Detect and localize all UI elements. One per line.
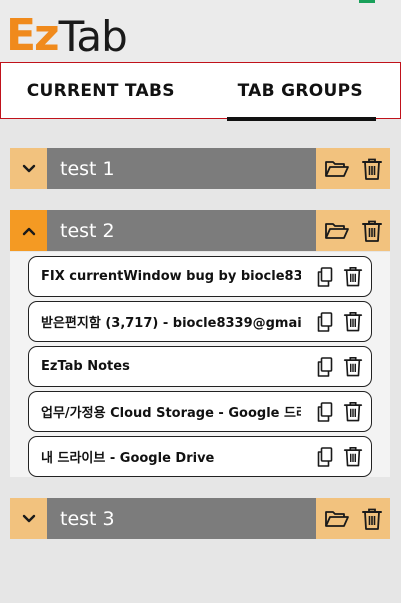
tab-current-tabs[interactable]: CURRENT TABS	[1, 63, 201, 118]
trash-icon	[343, 447, 363, 467]
group-tab-list: FIX currentWindow bug by biocle8339 · F …	[10, 252, 390, 477]
trash-icon	[361, 508, 382, 530]
group-title-text: test 1	[60, 157, 115, 180]
group-title-text: test 3	[60, 507, 115, 530]
expand-group-button[interactable]	[10, 498, 47, 539]
copy-tab-button[interactable]	[317, 446, 333, 467]
copy-tab-button[interactable]	[317, 401, 333, 422]
copy-icon	[317, 401, 333, 422]
trash-icon	[343, 402, 363, 422]
tab-current-tabs-label: CURRENT TABS	[26, 80, 175, 101]
tab-item-actions	[317, 400, 363, 423]
group-title[interactable]: test 1	[47, 148, 316, 189]
tab-group: test 3	[10, 498, 390, 539]
tab-item-title: EzTab Notes	[41, 359, 130, 374]
trash-icon	[343, 357, 363, 377]
tab-tab-groups-label: TAB GROUPS	[237, 80, 363, 101]
delete-group-button[interactable]	[361, 157, 383, 181]
tab-item-actions	[317, 265, 363, 288]
logo-ez-text: Ez	[6, 10, 60, 61]
folder-open-icon	[324, 510, 349, 527]
delete-tab-button[interactable]	[343, 355, 363, 378]
window-edge-strip	[359, 0, 375, 3]
delete-tab-button[interactable]	[343, 445, 363, 468]
folder-open-icon	[324, 160, 349, 177]
copy-tab-button[interactable]	[317, 266, 333, 287]
group-title[interactable]: test 3	[47, 498, 316, 539]
list-item[interactable]: 내 드라이브 - Google Drive	[28, 436, 372, 477]
group-actions	[316, 498, 390, 539]
tab-tab-groups[interactable]: TAB GROUPS	[201, 63, 401, 121]
group-title-text: test 2	[60, 219, 115, 242]
trash-icon	[361, 220, 382, 242]
app-header: Ez Tab	[0, 0, 401, 62]
tab-item-actions	[317, 355, 363, 378]
trash-icon	[343, 267, 363, 287]
list-item[interactable]: EzTab Notes	[28, 346, 372, 387]
delete-tab-button[interactable]	[343, 400, 363, 423]
chevron-down-icon	[22, 509, 36, 528]
delete-tab-button[interactable]	[343, 265, 363, 288]
copy-tab-button[interactable]	[317, 356, 333, 377]
group-actions	[316, 148, 390, 189]
group-actions	[316, 210, 390, 251]
open-group-button[interactable]	[324, 509, 350, 529]
list-item[interactable]: 받은편지함 (3,717) - biocle8339@gmail.co	[28, 301, 372, 342]
delete-group-button[interactable]	[361, 507, 383, 531]
tab-item-title: 받은편지함 (3,717) - biocle8339@gmail.co	[41, 316, 301, 331]
copy-tab-button[interactable]	[317, 311, 333, 332]
open-group-button[interactable]	[324, 221, 350, 241]
list-item[interactable]: FIX currentWindow bug by biocle8339 · F	[28, 256, 372, 297]
tab-group: test 1	[10, 148, 390, 189]
tab-item-title: FIX currentWindow bug by biocle8339 · F	[41, 269, 301, 284]
trash-icon	[361, 158, 382, 180]
logo-tab-text: Tab	[58, 12, 128, 61]
tab-item-title: 업무/가정용 Cloud Storage - Google 드라이	[41, 406, 301, 421]
open-group-button[interactable]	[324, 159, 350, 179]
tab-group: test 2	[10, 210, 390, 251]
copy-icon	[317, 266, 333, 287]
eztab-logo: Ez Tab	[6, 10, 128, 61]
folder-open-icon	[324, 222, 349, 239]
view-tabs: CURRENT TABS TAB GROUPS	[0, 62, 401, 121]
tab-item-actions	[317, 310, 363, 333]
copy-icon	[317, 311, 333, 332]
delete-tab-button[interactable]	[343, 310, 363, 333]
trash-icon	[343, 312, 363, 332]
tab-item-actions	[317, 445, 363, 468]
expand-group-button[interactable]	[10, 148, 47, 189]
tab-item-title: 내 드라이브 - Google Drive	[41, 451, 215, 466]
delete-group-button[interactable]	[361, 219, 383, 243]
collapse-group-button[interactable]	[10, 210, 47, 251]
chevron-up-icon	[22, 221, 36, 240]
group-title[interactable]: test 2	[47, 210, 316, 251]
copy-icon	[317, 446, 333, 467]
copy-icon	[317, 356, 333, 377]
chevron-down-icon	[22, 159, 36, 178]
list-item[interactable]: 업무/가정용 Cloud Storage - Google 드라이	[28, 391, 372, 432]
